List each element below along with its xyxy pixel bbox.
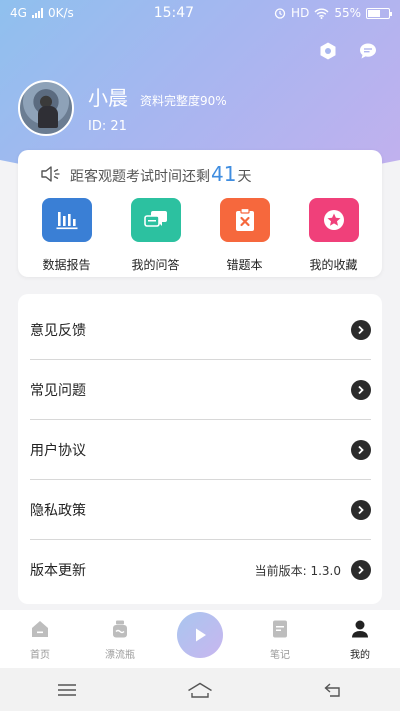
feature-label: 错题本 bbox=[226, 258, 263, 272]
bottom-tab-bar: 首页 漂流瓶 笔记 我的 bbox=[0, 610, 400, 668]
tab-play[interactable] bbox=[165, 612, 235, 658]
menu-item-privacy-policy[interactable]: 隐私政策 bbox=[30, 480, 371, 540]
tab-drift-bottle[interactable]: 漂流瓶 bbox=[85, 618, 155, 661]
menu-icon[interactable] bbox=[47, 675, 87, 705]
notes-icon bbox=[269, 618, 291, 640]
signal-icon bbox=[31, 8, 43, 18]
menu-item-feedback[interactable]: 意见反馈 bbox=[30, 300, 371, 360]
tab-notes[interactable]: 笔记 bbox=[245, 618, 315, 661]
tab-label: 我的 bbox=[350, 650, 370, 661]
tab-label: 笔记 bbox=[270, 650, 290, 661]
current-version: 当前版本: 1.3.0 bbox=[254, 563, 341, 578]
avatar[interactable] bbox=[18, 80, 74, 136]
user-id: ID: 21 bbox=[88, 119, 127, 134]
feature-favorites[interactable]: 我的收藏 bbox=[294, 198, 374, 273]
alarm-icon bbox=[274, 8, 286, 19]
back-icon[interactable] bbox=[313, 675, 353, 705]
wifi-icon bbox=[314, 8, 329, 19]
system-nav-bar bbox=[0, 668, 400, 711]
chevron-right-icon bbox=[351, 319, 371, 340]
bottle-icon bbox=[109, 618, 131, 640]
feature-label: 我的收藏 bbox=[309, 258, 358, 272]
menu-label: 意见反馈 bbox=[30, 322, 86, 339]
menu-item-user-agreement[interactable]: 用户协议 bbox=[30, 420, 371, 480]
exam-countdown: 距客观题考试时间还剩41天 bbox=[40, 162, 251, 186]
menu-label: 版本更新 bbox=[30, 563, 86, 579]
profile-completeness: 资料完整度90% bbox=[140, 94, 227, 108]
bar-chart-icon bbox=[41, 198, 92, 242]
home-icon bbox=[29, 618, 51, 640]
play-icon bbox=[177, 612, 223, 658]
tab-mine[interactable]: 我的 bbox=[325, 618, 395, 661]
chevron-right-icon bbox=[351, 560, 371, 580]
clock: 15:47 bbox=[153, 5, 195, 21]
message-icon[interactable] bbox=[358, 41, 378, 61]
network-speed: 0K/s bbox=[47, 6, 74, 20]
tab-home[interactable]: 首页 bbox=[5, 618, 75, 661]
settings-icon[interactable] bbox=[318, 41, 338, 61]
user-name: 小晨 bbox=[88, 86, 128, 110]
hd-indicator: HD bbox=[291, 6, 310, 20]
status-bar: 4G 0K/s 15:47 HD 55% bbox=[0, 0, 400, 26]
battery-percent: 55% bbox=[334, 6, 361, 20]
tab-label: 首页 bbox=[30, 650, 50, 661]
profile-section[interactable]: 小晨 资料完整度90% ID: 21 bbox=[18, 80, 227, 136]
person-icon bbox=[349, 618, 371, 640]
feature-label: 我的问答 bbox=[131, 258, 180, 272]
chat-icon bbox=[130, 198, 181, 242]
menu-item-faq[interactable]: 常见问题 bbox=[30, 360, 371, 420]
clipboard-x-icon bbox=[219, 198, 270, 242]
star-icon bbox=[308, 198, 359, 242]
battery-icon bbox=[365, 7, 392, 19]
feature-my-qa[interactable]: 我的问答 bbox=[116, 198, 196, 273]
countdown-days: 41 bbox=[211, 162, 237, 186]
feature-label: 数据报告 bbox=[42, 258, 91, 272]
chevron-right-icon bbox=[351, 439, 371, 460]
settings-menu: 意见反馈 常见问题 用户协议 隐私政策 版本更新 当前版本: 1.3.0 bbox=[18, 294, 382, 604]
menu-label: 常见问题 bbox=[30, 382, 86, 399]
menu-label: 用户协议 bbox=[30, 442, 86, 459]
exam-card: 距客观题考试时间还剩41天 数据报告 我的问答 错题本 我的收藏 bbox=[18, 150, 382, 277]
countdown-prefix: 距客观题考试时间还剩 bbox=[70, 169, 210, 185]
home-nav-icon[interactable] bbox=[180, 675, 220, 705]
speaker-icon bbox=[41, 166, 60, 182]
network-type: 4G bbox=[10, 6, 27, 20]
tab-label: 漂流瓶 bbox=[105, 650, 135, 661]
chevron-right-icon bbox=[351, 499, 371, 520]
chevron-right-icon bbox=[351, 379, 371, 400]
menu-label: 隐私政策 bbox=[30, 502, 86, 519]
feature-wrong-questions[interactable]: 错题本 bbox=[205, 198, 285, 273]
countdown-suffix: 天 bbox=[237, 169, 252, 185]
feature-data-report[interactable]: 数据报告 bbox=[27, 198, 107, 273]
menu-item-version-update[interactable]: 版本更新 当前版本: 1.3.0 bbox=[30, 540, 371, 600]
